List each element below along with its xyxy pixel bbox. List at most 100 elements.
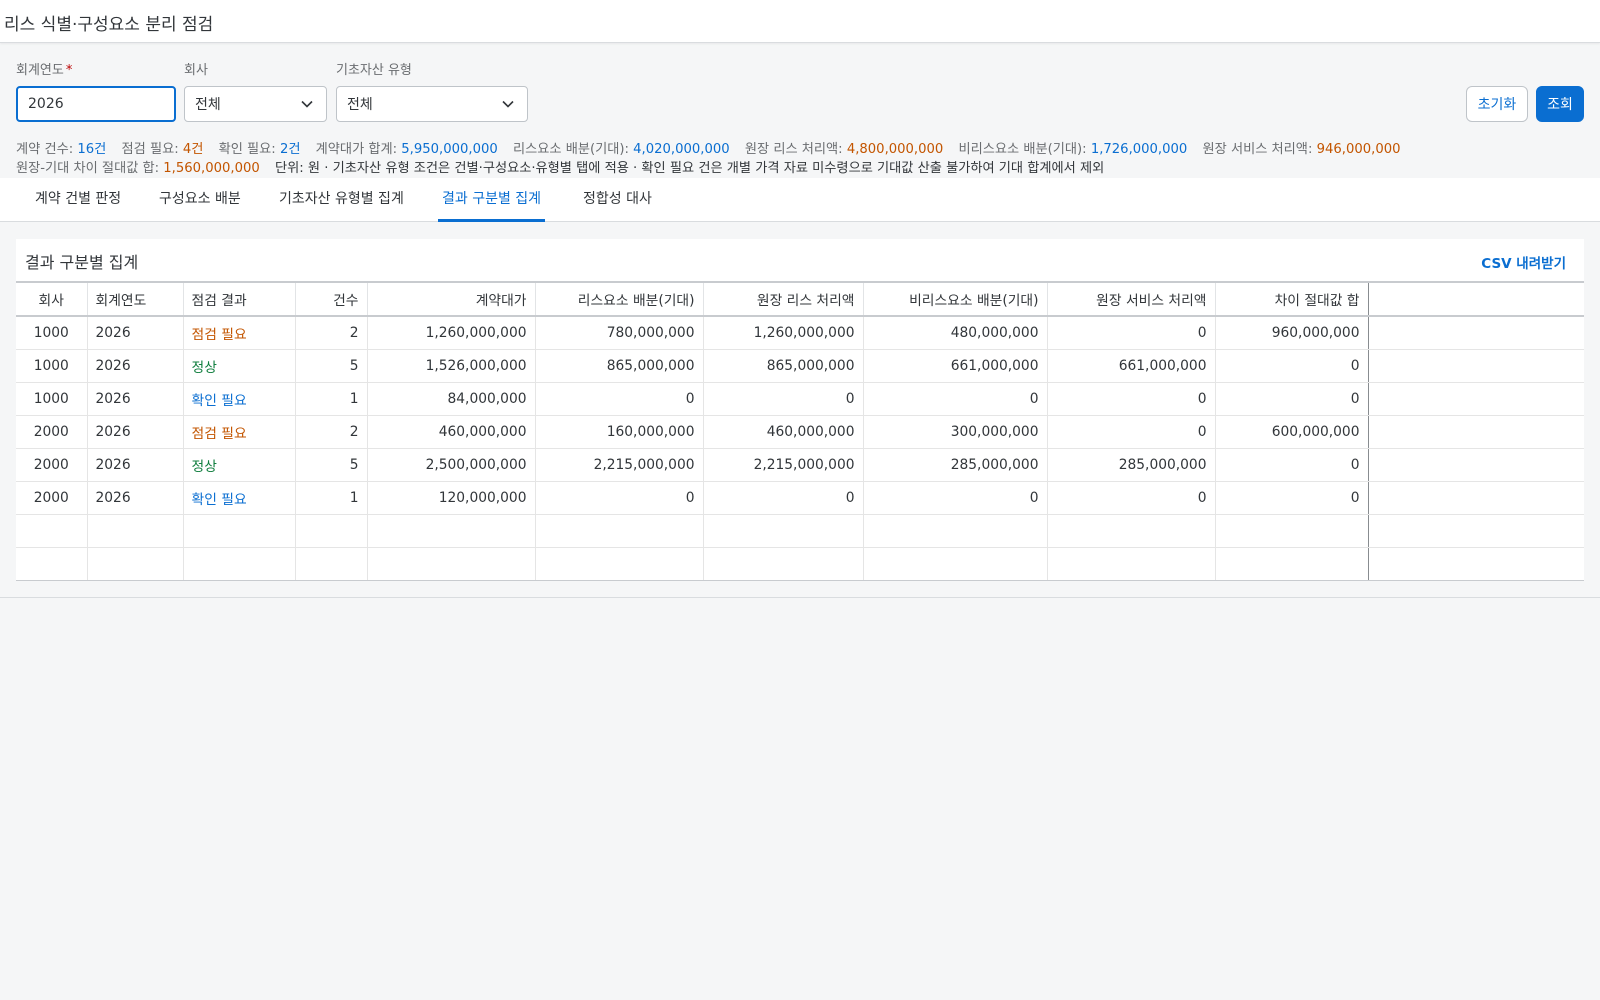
cell-lease-expected: 2,215,000,000 xyxy=(535,448,704,482)
cell-ledger-service: 0 xyxy=(1047,415,1216,449)
csv-download-button[interactable]: CSV 내려받기 xyxy=(1481,252,1566,272)
column-header-count[interactable]: 건수 xyxy=(295,281,368,317)
company-select-value: 전체 xyxy=(195,97,221,113)
cell-ledger-lease: 865,000,000 xyxy=(703,349,864,383)
empty-cell xyxy=(295,547,368,581)
cell-lease-expected: 865,000,000 xyxy=(535,349,704,383)
cell-fiscal-year: 2026 xyxy=(87,382,184,416)
cell-consideration: 84,000,000 xyxy=(367,382,536,416)
empty-cell xyxy=(87,514,184,548)
empty-cell xyxy=(1047,514,1216,548)
reset-button[interactable]: 초기화 xyxy=(1466,86,1528,122)
cell-ledger-service: 0 xyxy=(1047,481,1216,515)
tab-component-allocation[interactable]: 구성요소 배분 xyxy=(159,178,241,222)
column-header-diff-abs[interactable]: 차이 절대값 합 xyxy=(1215,281,1369,317)
empty-cell xyxy=(703,547,864,581)
empty-cell xyxy=(535,547,704,581)
column-filler xyxy=(1368,281,1584,317)
cell-filler xyxy=(1368,382,1584,416)
cell-filler xyxy=(1368,316,1584,350)
column-header-lease-expected[interactable]: 리스요소 배분(기대) xyxy=(535,281,704,317)
cell-filler xyxy=(1368,448,1584,482)
empty-cell xyxy=(183,514,296,548)
cell-diff-abs: 0 xyxy=(1215,481,1369,515)
column-header-result[interactable]: 점검 결과 xyxy=(183,281,296,317)
empty-table-row xyxy=(16,514,1584,548)
cell-filler xyxy=(1368,415,1584,449)
empty-cell xyxy=(863,547,1048,581)
cell-ledger-lease: 460,000,000 xyxy=(703,415,864,449)
empty-cell xyxy=(703,514,864,548)
empty-cell xyxy=(16,514,88,548)
column-header-company[interactable]: 회사 xyxy=(16,281,88,317)
cell-filler xyxy=(1368,481,1584,515)
column-header-ledger-lease[interactable]: 원장 리스 처리액 xyxy=(703,281,864,317)
table-row[interactable]: 2000 2026 정상 5 2,500,000,000 2,215,000,000 2,2… xyxy=(16,448,1584,482)
empty-cell xyxy=(1215,514,1369,548)
table-row[interactable]: 2000 2026 확인 필요 1 120,000,000 0 0 0 0 0 xyxy=(16,481,1584,515)
cell-nonlease-expected: 661,000,000 xyxy=(863,349,1048,383)
company-label: 회사 xyxy=(184,63,208,78)
content-divider xyxy=(0,597,1600,598)
table-row[interactable]: 1000 2026 점검 필요 2 1,260,000,000 780,000,000 1,… xyxy=(16,316,1584,350)
tab-asset-type-summary[interactable]: 기초자산 유형별 집계 xyxy=(279,178,404,222)
tab-contract-judgment[interactable]: 계약 건별 판정 xyxy=(35,178,121,222)
cell-company: 2000 xyxy=(16,481,88,515)
cell-nonlease-expected: 0 xyxy=(863,382,1048,416)
cell-ledger-service: 0 xyxy=(1047,382,1216,416)
cell-result: 점검 필요 xyxy=(183,316,296,350)
column-header-nonlease-expected[interactable]: 비리스요소 배분(기대) xyxy=(863,281,1048,317)
cell-result: 확인 필요 xyxy=(183,481,296,515)
empty-cell xyxy=(367,514,536,548)
result-summary-panel: 결과 구분별 집계 CSV 내려받기 회사 회계연도 점검 결과 건수 계약대가… xyxy=(16,239,1584,581)
chevron-down-icon xyxy=(502,100,514,108)
cell-nonlease-expected: 480,000,000 xyxy=(863,316,1048,350)
cell-consideration: 2,500,000,000 xyxy=(367,448,536,482)
cell-fiscal-year: 2026 xyxy=(87,349,184,383)
summary-diff-abs: 원장-기대 차이 절대값 합: 1,560,000,000 xyxy=(16,160,260,176)
search-button[interactable]: 조회 xyxy=(1536,86,1584,122)
empty-cell xyxy=(87,547,184,581)
cell-company: 1000 xyxy=(16,349,88,383)
cell-company: 2000 xyxy=(16,415,88,449)
column-header-ledger-service[interactable]: 원장 서비스 처리액 xyxy=(1047,281,1216,317)
cell-result: 정상 xyxy=(183,349,296,383)
table-row[interactable]: 1000 2026 확인 필요 1 84,000,000 0 0 0 0 0 xyxy=(16,382,1584,416)
cell-filler xyxy=(1368,349,1584,383)
fiscal-year-value: 2026 xyxy=(28,96,64,112)
table-row[interactable]: 1000 2026 정상 5 1,526,000,000 865,000,000 865,0… xyxy=(16,349,1584,383)
tab-result-summary[interactable]: 결과 구분별 집계 xyxy=(438,178,546,222)
empty-cell xyxy=(183,547,296,581)
cell-ledger-lease: 2,215,000,000 xyxy=(703,448,864,482)
cell-diff-abs: 0 xyxy=(1215,382,1369,416)
summary-verify-needed: 확인 필요: 2건 xyxy=(218,142,301,157)
cell-diff-abs: 0 xyxy=(1215,349,1369,383)
tab-reconciliation[interactable]: 정합성 대사 xyxy=(583,178,652,222)
summary-lease-expected: 리스요소 배분(기대): 4,020,000,000 xyxy=(512,142,730,157)
asset-type-select[interactable]: 전체 xyxy=(336,86,528,122)
cell-result: 확인 필요 xyxy=(183,382,296,416)
summary-nonlease-expected: 비리스요소 배분(기대): 1,726,000,000 xyxy=(958,142,1188,157)
empty-cell xyxy=(535,514,704,548)
summary-check-needed: 점검 필요: 4건 xyxy=(121,142,204,157)
empty-cell xyxy=(1047,547,1216,581)
cell-lease-expected: 780,000,000 xyxy=(535,316,704,350)
cell-lease-expected: 0 xyxy=(535,382,704,416)
empty-cell xyxy=(863,514,1048,548)
column-header-consideration[interactable]: 계약대가 xyxy=(367,281,536,317)
empty-cell xyxy=(1368,514,1584,548)
cell-count: 5 xyxy=(295,448,368,482)
result-summary-table: 회사 회계연도 점검 결과 건수 계약대가 리스요소 배분(기대) 원장 리스 … xyxy=(16,281,1584,581)
cell-consideration: 460,000,000 xyxy=(367,415,536,449)
summary-bar: 계약 건수: 16건 점검 필요: 4건 확인 필요: 2건 계약대가 합계: … xyxy=(16,141,1586,178)
column-header-fiscal-year[interactable]: 회계연도 xyxy=(87,281,184,317)
cell-nonlease-expected: 0 xyxy=(863,481,1048,515)
company-select[interactable]: 전체 xyxy=(184,86,327,122)
summary-note: 단위: 원 · 기초자산 유형 조건은 건별·구성요소·유형별 탭에 적용 · … xyxy=(274,160,1105,176)
fiscal-year-input[interactable]: 2026 xyxy=(16,86,176,122)
cell-count: 2 xyxy=(295,415,368,449)
summary-ledger-lease: 원장 리스 처리액: 4,800,000,000 xyxy=(744,142,944,157)
table-row[interactable]: 2000 2026 점검 필요 2 460,000,000 160,000,000 460,… xyxy=(16,415,1584,449)
cell-count: 2 xyxy=(295,316,368,350)
summary-contract-count: 계약 건수: 16건 xyxy=(16,142,107,157)
